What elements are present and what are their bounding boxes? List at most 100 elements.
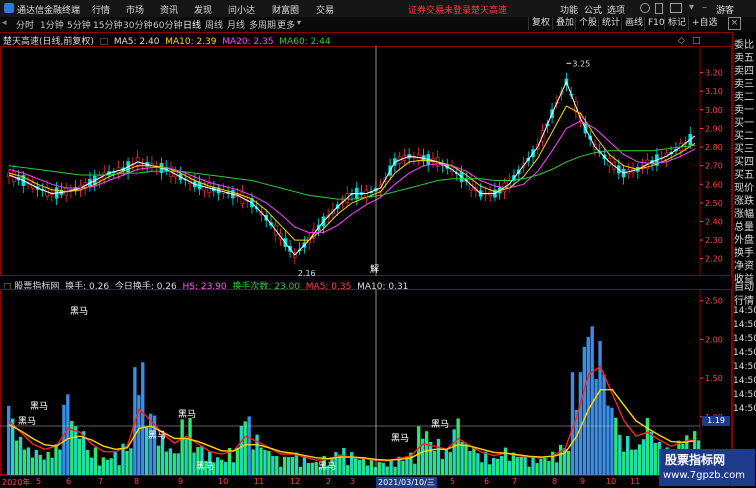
cursor-marker-label: 解 [370, 263, 379, 275]
turnover-bar [401, 460, 405, 475]
single-stock-button[interactable]: 个股 [575, 17, 600, 30]
turnover-bar [89, 457, 94, 475]
minimize-icon[interactable]: – [702, 2, 707, 13]
turnover-bar [610, 407, 614, 475]
turnover-bar [535, 463, 539, 475]
turnover-bar [18, 436, 23, 475]
screen-icon[interactable] [670, 3, 682, 13]
turnover-bar [346, 465, 350, 475]
stats-button[interactable]: 统计 [598, 17, 623, 30]
turnover-bar [310, 462, 314, 475]
menu-item-discover[interactable]: 发现 [194, 3, 212, 16]
settings-icon[interactable]: ◇ [678, 36, 685, 46]
tab-period-60min[interactable]: 60分钟 [153, 18, 182, 31]
more-chevron-icon[interactable]: ▾ [297, 18, 301, 27]
phone-icon[interactable] [655, 3, 663, 14]
tab-period-30min[interactable]: 30分钟 [123, 18, 152, 31]
turnover-bar [294, 452, 299, 475]
tab-period-monthly[interactable]: 月线 [227, 18, 245, 31]
low-price-label: 2.16 [298, 269, 316, 276]
menu-item-trade[interactable]: 交易 [316, 3, 334, 16]
turnover-bar [472, 448, 476, 475]
turnover-bar [247, 416, 251, 475]
cursor-date-label: 2021/03/10/三 [376, 477, 437, 488]
tab-period-1min[interactable]: 1分钟 [40, 18, 64, 31]
menu-item-function[interactable]: 功能 [560, 3, 578, 16]
turnover-bar [519, 456, 523, 475]
date-axis: 2020年 5 6 7 8 9 10 11 12 2 3 2021/03/10/… [0, 475, 732, 488]
tab-period-more[interactable]: 更多 [277, 18, 295, 31]
tab-period-15min[interactable]: 15分钟 [93, 18, 122, 31]
stock-name-link[interactable]: 楚天高速 [471, 3, 507, 16]
turnover-bar [385, 466, 389, 475]
mark-button[interactable]: 标记 [664, 17, 689, 30]
date-tick: 9 [580, 477, 586, 486]
turnover-bar [598, 341, 602, 475]
turnover-bar [629, 449, 634, 475]
tick-time-label: 14:50 [733, 334, 756, 344]
turnover-bar [428, 441, 433, 475]
collapse-icon[interactable]: ◂ [2, 18, 7, 28]
tab-period-5min[interactable]: 5分钟 [67, 18, 91, 31]
adjust-button[interactable]: 复权 [528, 17, 553, 30]
main-chart-frame [0, 46, 732, 276]
date-tick: 7 [512, 477, 518, 486]
draw-line-button[interactable]: 画线 [621, 17, 646, 30]
tick-time-label: 14:50 [733, 376, 756, 386]
tab-period-weekly[interactable]: 周线 [205, 18, 223, 31]
close-icon[interactable]: × [728, 17, 741, 30]
turnover-bar [74, 426, 78, 475]
guest-label[interactable]: 游客 [716, 3, 734, 16]
turnover-bar [653, 443, 657, 475]
expand-icon[interactable]: □ [692, 36, 701, 46]
turnover-bar [58, 449, 62, 475]
watermark-title: 股票指标网 [665, 453, 726, 467]
turnover-chart[interactable]: 2.502.001.501.000.50黑马黑马黑马黑马黑马黑马黑马黑马黑马 [0, 289, 732, 475]
login-status-link[interactable]: 证券交易未登录 [408, 3, 471, 16]
dark-horse-marker: 黑马 [18, 416, 36, 427]
turnover-bar [448, 452, 452, 475]
tick-time-label: 14:50 [733, 306, 756, 316]
turnover-bar [436, 438, 441, 475]
menu-item-market[interactable]: 市场 [126, 3, 144, 16]
menu-item-wealth[interactable]: 财富圈 [272, 3, 299, 16]
add-watchlist-button[interactable]: +自选 [688, 17, 721, 30]
sub-y-tick-label: 2.50 [705, 297, 723, 306]
menu-item-quotes[interactable]: 行情 [92, 3, 110, 16]
date-tick: 10 [218, 477, 229, 486]
dropdown-icon[interactable]: ▾ [689, 2, 694, 13]
turnover-bar [468, 451, 472, 475]
watermark-badge: 股票指标网 www.7gpzb.com [659, 449, 755, 486]
price-chart[interactable]: 3.20 3.10 3.00 2.90 2.80 2.70 2.60 2.50 2.40 2.30… [0, 46, 732, 276]
turnover-bar [357, 459, 362, 475]
menu-item-formula[interactable]: 公式 [584, 3, 602, 16]
turnover-bar [511, 452, 516, 475]
turnover-bar [618, 434, 622, 475]
turnover-bar [14, 440, 19, 475]
sub-y-tick-label: 2.00 [705, 335, 723, 344]
tab-period-timeshare[interactable]: 分时 [16, 18, 34, 31]
user-icon[interactable] [640, 3, 650, 13]
turnover-bar [42, 459, 46, 475]
menu-item-news[interactable]: 资讯 [160, 3, 178, 16]
turnover-bar [306, 463, 311, 475]
menu-item-ask[interactable]: 问小达 [228, 3, 255, 16]
overlay-button[interactable]: 叠加 [552, 17, 577, 30]
turnover-bar [495, 458, 500, 475]
turnover-bar [22, 449, 27, 475]
date-tick: 11 [630, 477, 641, 486]
turnover-bar [219, 459, 224, 475]
turnover-bar [77, 438, 82, 475]
date-tick: 9 [178, 477, 184, 486]
turnover-bar [594, 379, 598, 475]
turnover-bar [484, 451, 488, 475]
turnover-bar [38, 454, 42, 475]
menu-item-options[interactable]: 选项 [607, 3, 625, 16]
turnover-bar [125, 451, 129, 475]
turnover-bar [286, 457, 291, 475]
y-tick-label: 3.10 [705, 87, 723, 96]
tab-period-multi[interactable]: 多周期 [249, 18, 276, 31]
dark-horse-marker: 黑马 [318, 461, 336, 472]
date-tick: 6 [484, 477, 490, 486]
tab-period-daily[interactable]: 日线 [183, 18, 201, 31]
